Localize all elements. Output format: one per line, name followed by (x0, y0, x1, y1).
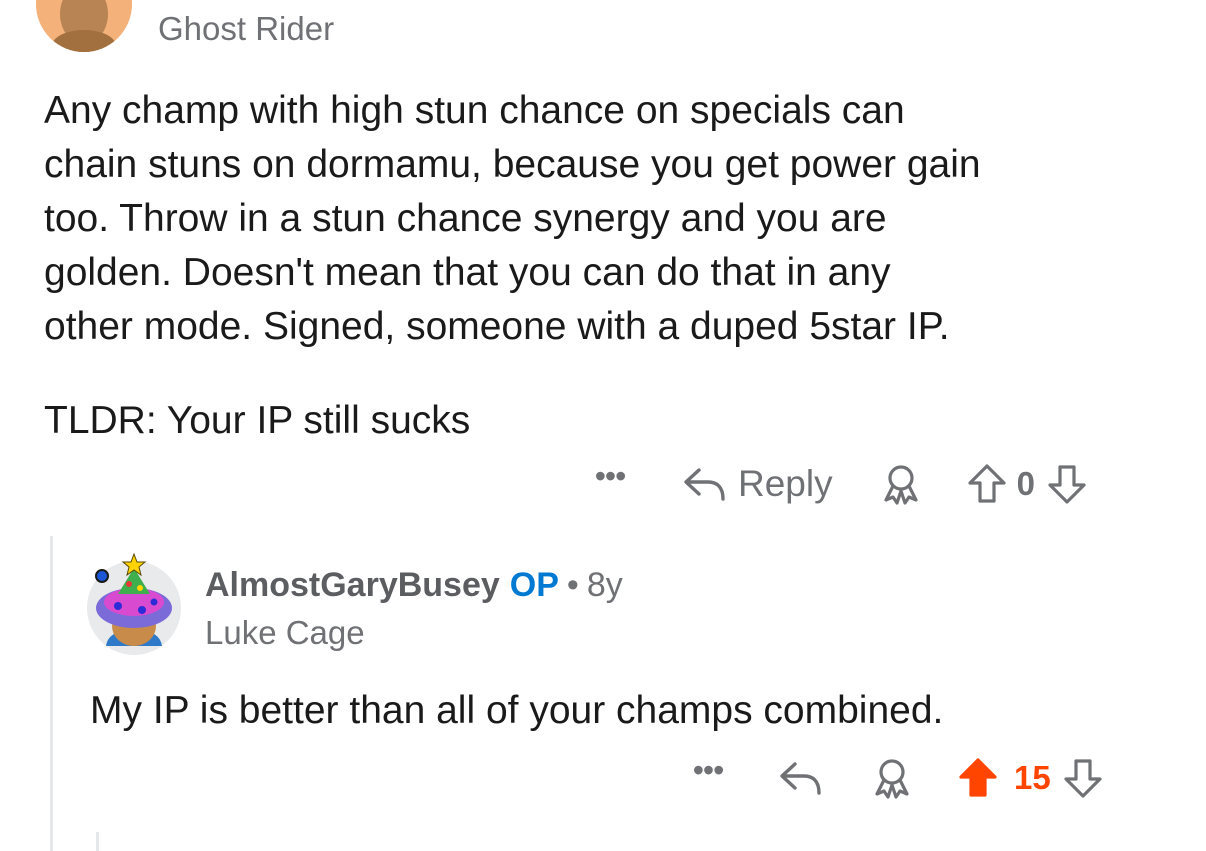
username-link[interactable]: AlmostGaryBusey (205, 566, 500, 604)
vote-count: 15 (1014, 759, 1051, 796)
more-dots-icon: ••• (594, 458, 627, 494)
comment-body: Any champ with high stun chance on speci… (44, 84, 1184, 448)
comment-paragraph: TLDR: Your IP still sucks (44, 399, 471, 442)
reply-avatar[interactable] (84, 546, 188, 658)
more-options-button[interactable]: ••• (586, 460, 634, 500)
downvote-button[interactable] (1063, 757, 1103, 799)
award-icon (884, 465, 918, 505)
more-dots-icon: ••• (692, 752, 725, 788)
downvote-button[interactable] (1047, 463, 1087, 505)
separator-dot: • (566, 566, 579, 604)
upvote-arrow-icon (968, 464, 1006, 503)
downvote-arrow-icon (1064, 759, 1102, 798)
avatar-illustration (87, 552, 181, 655)
avatar-illustration (36, 0, 132, 52)
award-button[interactable] (870, 756, 914, 800)
nested-thread-line[interactable] (96, 832, 99, 851)
upvote-button-active[interactable] (958, 757, 998, 799)
comment-paragraph: Any champ with high stun chance on speci… (44, 89, 981, 348)
comment-action-bar: ••• Reply 0 (586, 460, 1087, 506)
more-options-button[interactable]: ••• (684, 754, 732, 794)
vote-count: 0 (1016, 465, 1035, 502)
award-button[interactable] (879, 462, 923, 506)
user-flair: Luke Cage (205, 614, 365, 651)
upvote-button[interactable] (967, 463, 1007, 505)
reply-action-bar: ••• 15 (684, 754, 1103, 800)
commenter-avatar[interactable] (36, 0, 132, 52)
reply-button[interactable] (778, 759, 824, 797)
reply-arrow-icon (780, 762, 821, 795)
award-icon (875, 759, 909, 799)
comment-age: 8y (586, 566, 623, 604)
user-flair: Ghost Rider (158, 10, 335, 47)
reply-comment-body: My IP is better than all of your champs … (90, 689, 944, 732)
reply-label: Reply (738, 463, 833, 504)
reply-arrow-icon (684, 468, 725, 501)
reply-header: AlmostGaryBusey OP • 8y (205, 566, 623, 605)
downvote-arrow-icon (1048, 465, 1086, 504)
thread-line[interactable] (50, 536, 53, 851)
upvote-arrow-icon (959, 758, 997, 797)
reply-button[interactable]: Reply (682, 463, 833, 505)
op-badge: OP (509, 566, 559, 604)
